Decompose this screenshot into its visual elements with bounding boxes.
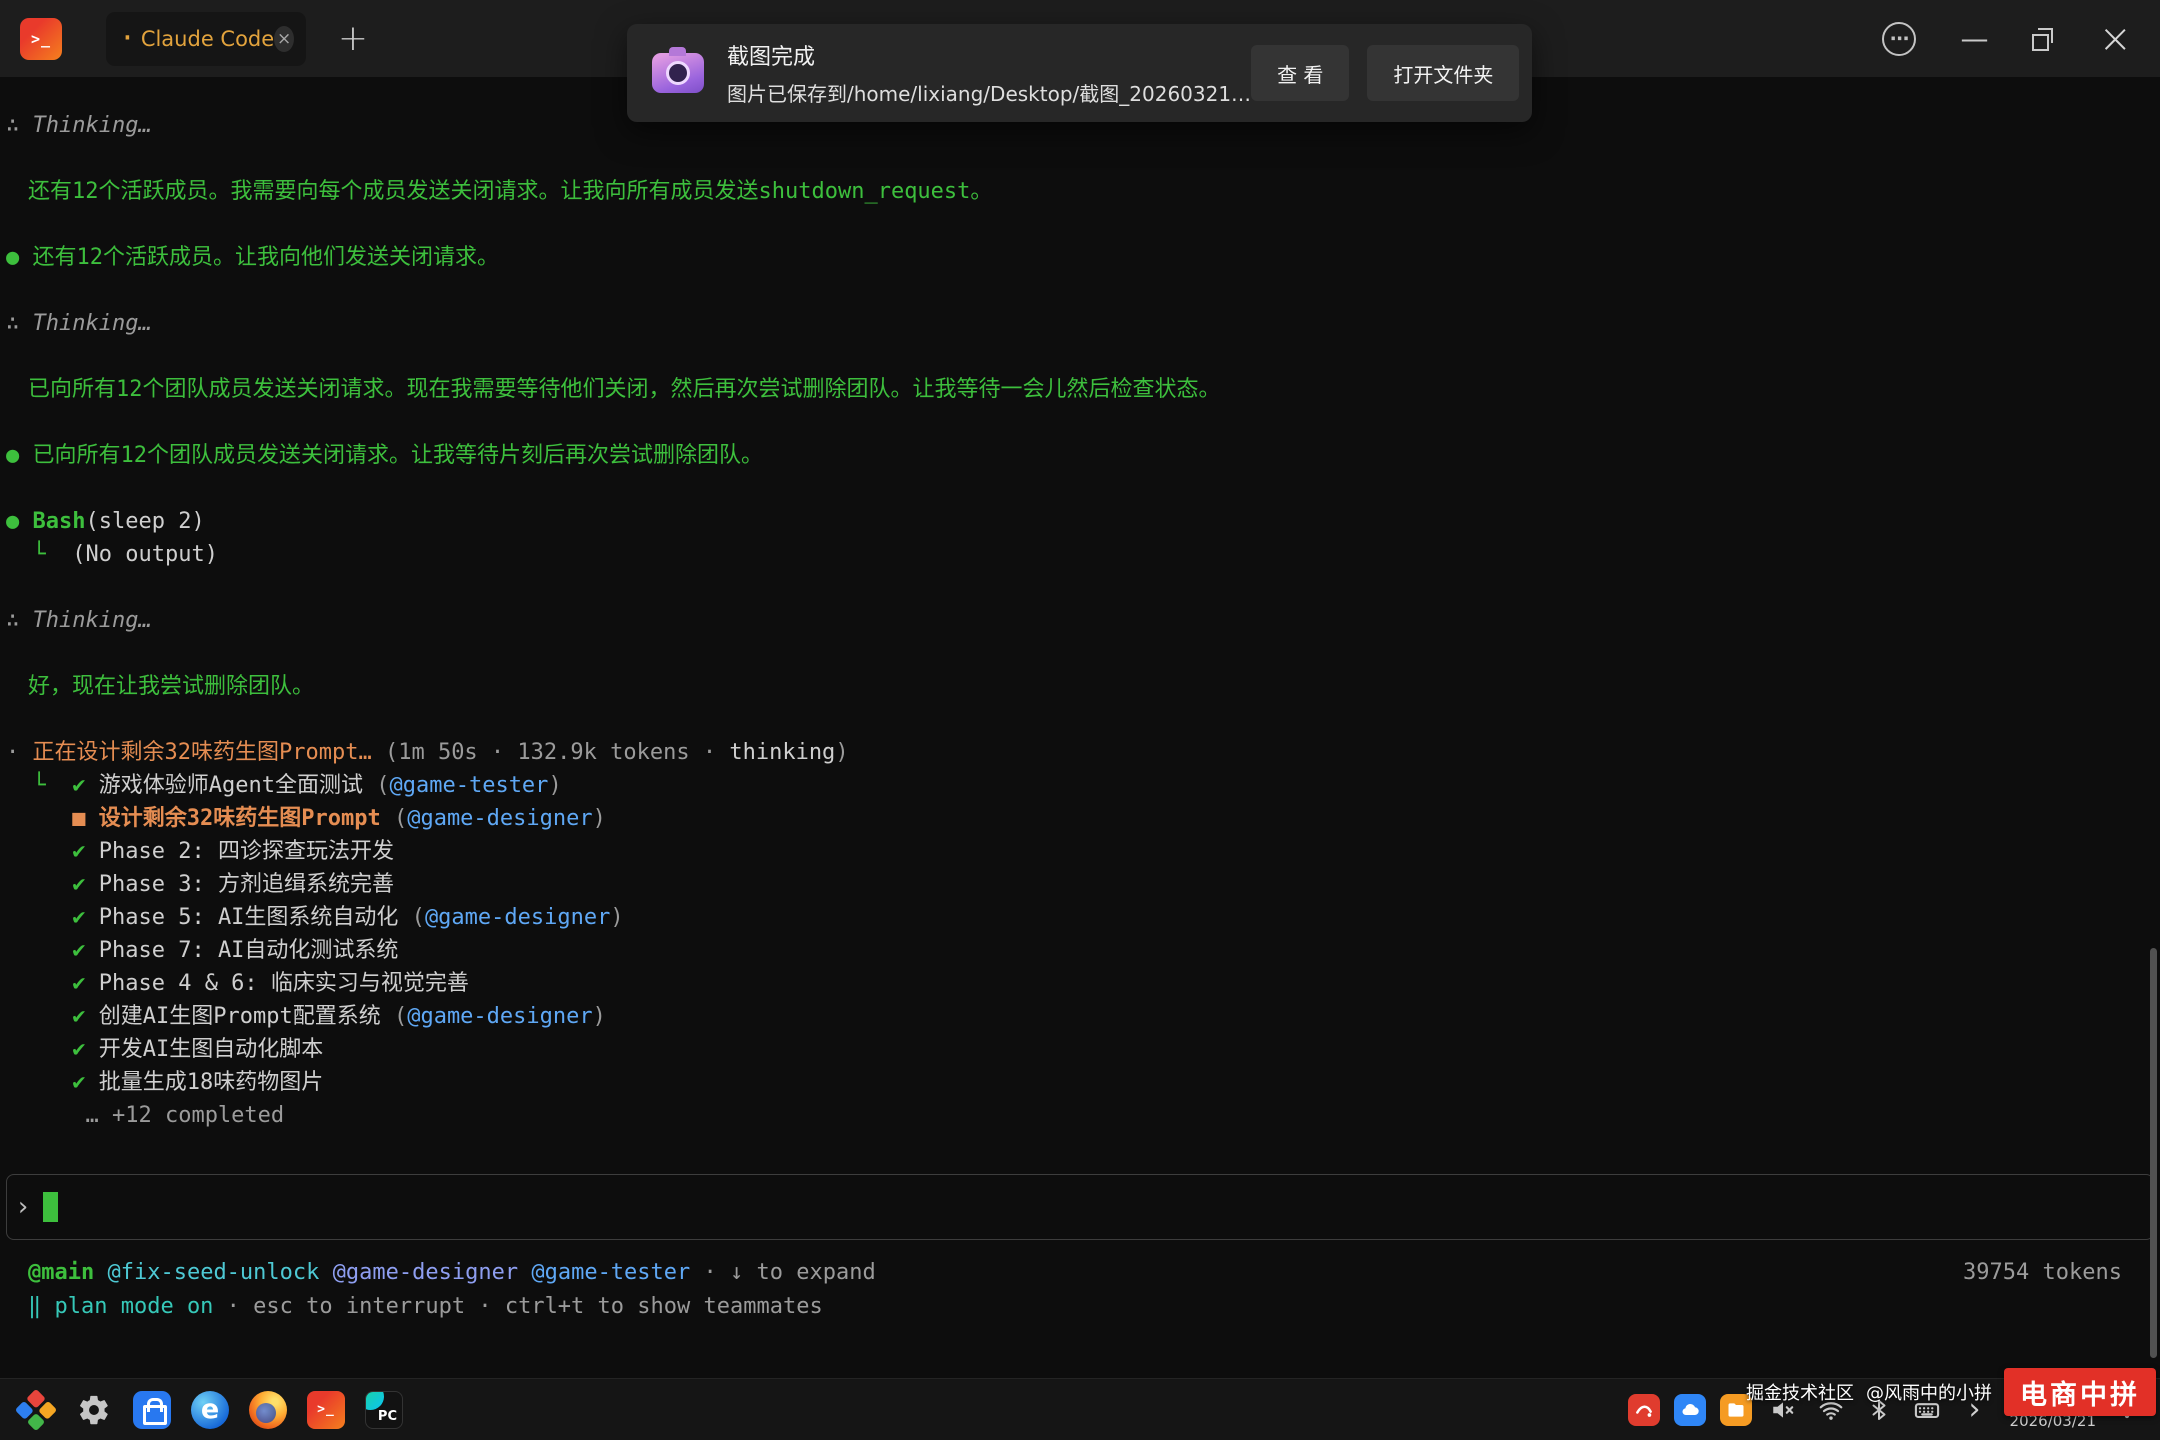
terminal-line: ✔ Phase 2: 四诊探查玩法开发 (0, 835, 2160, 868)
pycharm-icon: PC (365, 1391, 403, 1429)
terminal-line: ✔ 批量生成18味药物图片 (0, 1066, 2160, 1099)
camera-icon (649, 44, 707, 102)
terminal-line: … +12 completed (0, 1099, 2160, 1132)
folder-app-icon (1726, 1400, 1746, 1420)
camera-lens (666, 61, 690, 85)
gear-icon (77, 1393, 111, 1427)
app-store-icon (133, 1391, 171, 1429)
terminal-line: 好，现在让我尝试删除团队。 (0, 670, 2160, 703)
swoosh-app-icon (1634, 1400, 1654, 1420)
scrollbar[interactable] (2150, 948, 2157, 1358)
status-mode-line: ‖ plan mode on · esc to interrupt · ctrl… (28, 1290, 2160, 1324)
red-app-button[interactable] (1628, 1394, 1660, 1426)
toast-message: 图片已保存到/home/lixiang/Desktop/截图_20260321… (727, 78, 1251, 107)
terminal-line: ✔ Phase 5: AI生图系统自动化 (@game-designer) (0, 901, 2160, 934)
terminal-line: ✔ 创建AI生图Prompt配置系统 (@game-designer) (0, 1000, 2160, 1033)
browser-button[interactable]: e (186, 1386, 234, 1434)
camera-body (652, 53, 704, 93)
tab-claude-code[interactable]: · Claude Code × (106, 12, 306, 66)
tab-close-icon[interactable]: × (274, 26, 294, 52)
tray-expand-button[interactable]: › (1958, 1393, 1992, 1427)
maximize-button[interactable] (2032, 28, 2054, 50)
terminal: ∴ Thinking… 还有12个活跃成员。我需要向每个成员发送关闭请求。让我向所… (0, 77, 2160, 1378)
terminal-line: ✔ Phase 7: AI自动化测试系统 (0, 934, 2160, 967)
launcher-button[interactable] (12, 1386, 60, 1434)
menu-button[interactable]: ⋯ (1882, 22, 1916, 56)
input-method-button[interactable] (1910, 1393, 1944, 1427)
terminal-icon: >_ (307, 1391, 345, 1429)
terminal-line: ∴ Thinking… (0, 307, 2160, 340)
minimize-button[interactable]: — (1960, 25, 1988, 53)
terminal-line: ✔ Phase 4 & 6: 临床实习与视觉完善 (0, 967, 2160, 1000)
terminal-line: ● 还有12个活跃成员。让我向他们发送关闭请求。 (0, 241, 2160, 274)
taskbar: e >_ PC (0, 1378, 2160, 1440)
folder-app-button[interactable] (1720, 1394, 1752, 1426)
notification-bell-icon (2114, 1397, 2140, 1423)
terminal-line: 已向所有12个团队成员发送关闭请求。现在我需要等待他们关闭，然后再次尝试删除团队… (0, 373, 2160, 406)
terminal-glyph: >_ (31, 30, 51, 48)
terminal-output: ∴ Thinking… 还有12个活跃成员。我需要向每个成员发送关闭请求。让我向所… (0, 109, 2160, 1132)
terminal-line: ● Bash(sleep 2) (0, 505, 2160, 538)
terminal-line: ✔ 开发AI生图自动化脚本 (0, 1033, 2160, 1066)
cloud-app-button[interactable] (1674, 1394, 1706, 1426)
notification-center-button[interactable] (2110, 1393, 2144, 1427)
taskbar-clock[interactable]: 19:44 2026/03/21 (2010, 1387, 2096, 1431)
tab-title: Claude Code (141, 27, 274, 51)
browser-e-glyph: e (201, 1394, 219, 1425)
text-cursor (43, 1192, 58, 1222)
new-tab-button[interactable]: + (332, 21, 374, 57)
toast-title: 截图完成 (727, 39, 1251, 71)
volume-muted-icon (1770, 1397, 1796, 1423)
terminal-line: 还有12个活跃成员。我需要向每个成员发送关闭请求。让我向所有成员发送shutdo… (0, 175, 2160, 208)
terminal-line: └ ✔ 游戏体验师Agent全面测试 (@game-tester) (0, 769, 2160, 802)
close-button[interactable]: × (2098, 23, 2132, 55)
network-button[interactable] (1814, 1393, 1848, 1427)
toast-actions: 查 看 打开文件夹 (1251, 45, 1519, 101)
token-count: 39754 tokens (1963, 1256, 2122, 1290)
time-label: 19:44 (2041, 1387, 2096, 1412)
terminal-line: ■ 设计剩余32味药生图Prompt (@game-designer) (0, 802, 2160, 835)
browser-icon: e (191, 1391, 229, 1429)
terminal-line: └ (No output) (0, 538, 2160, 571)
settings-button[interactable] (70, 1386, 118, 1434)
bluetooth-icon (1867, 1398, 1891, 1422)
system-tray: › 19:44 2026/03/21 (1628, 1387, 2148, 1431)
firefox-button[interactable] (244, 1386, 292, 1434)
firefox-icon (249, 1391, 287, 1429)
wifi-icon (1818, 1397, 1844, 1423)
window-controls: ⋯ — × (1882, 22, 2132, 56)
terminal-line: ● 已向所有12个团队成员发送关闭请求。让我等待片刻后再次尝试删除团队。 (0, 439, 2160, 472)
cloud-app-icon (1680, 1400, 1700, 1420)
terminal-line: ∴ Thinking… (0, 604, 2160, 637)
tab-activity-dot-icon: · (122, 25, 133, 52)
pycharm-button[interactable]: PC (360, 1386, 408, 1434)
screenshot-toast: 截图完成 图片已保存到/home/lixiang/Desktop/截图_2026… (627, 24, 1532, 122)
terminal-prompt-glyph: >_ (317, 1402, 335, 1417)
open-folder-button[interactable]: 打开文件夹 (1367, 45, 1519, 101)
app-store-button[interactable] (128, 1386, 176, 1434)
terminal-app-icon: >_ (20, 18, 62, 60)
input-box[interactable]: › (6, 1174, 2154, 1240)
volume-button[interactable] (1766, 1393, 1800, 1427)
keyboard-icon (1913, 1396, 1941, 1424)
toast-text: 截图完成 图片已保存到/home/lixiang/Desktop/截图_2026… (727, 39, 1251, 107)
taskbar-apps: e >_ PC (12, 1386, 408, 1434)
terminal-line: · 正在设计剩余32味药生图Prompt… (1m 50s · 132.9k t… (0, 736, 2160, 769)
bluetooth-button[interactable] (1862, 1393, 1896, 1427)
prompt-chevron: › (15, 1192, 31, 1222)
view-button[interactable]: 查 看 (1251, 45, 1349, 101)
launcher-icon (15, 1388, 57, 1430)
chevron-right-icon: › (1969, 1395, 1981, 1425)
terminal-line: ✔ Phase 3: 方剂追缉系统完善 (0, 868, 2160, 901)
status-agents-line: @main @fix-seed-unlock @game-designer @g… (28, 1256, 2160, 1290)
status-bar: @main @fix-seed-unlock @game-designer @g… (0, 1256, 2160, 1324)
pycharm-label: PC (378, 1409, 397, 1424)
date-label: 2026/03/21 (2010, 1412, 2096, 1432)
terminal-button[interactable]: >_ (302, 1386, 350, 1434)
